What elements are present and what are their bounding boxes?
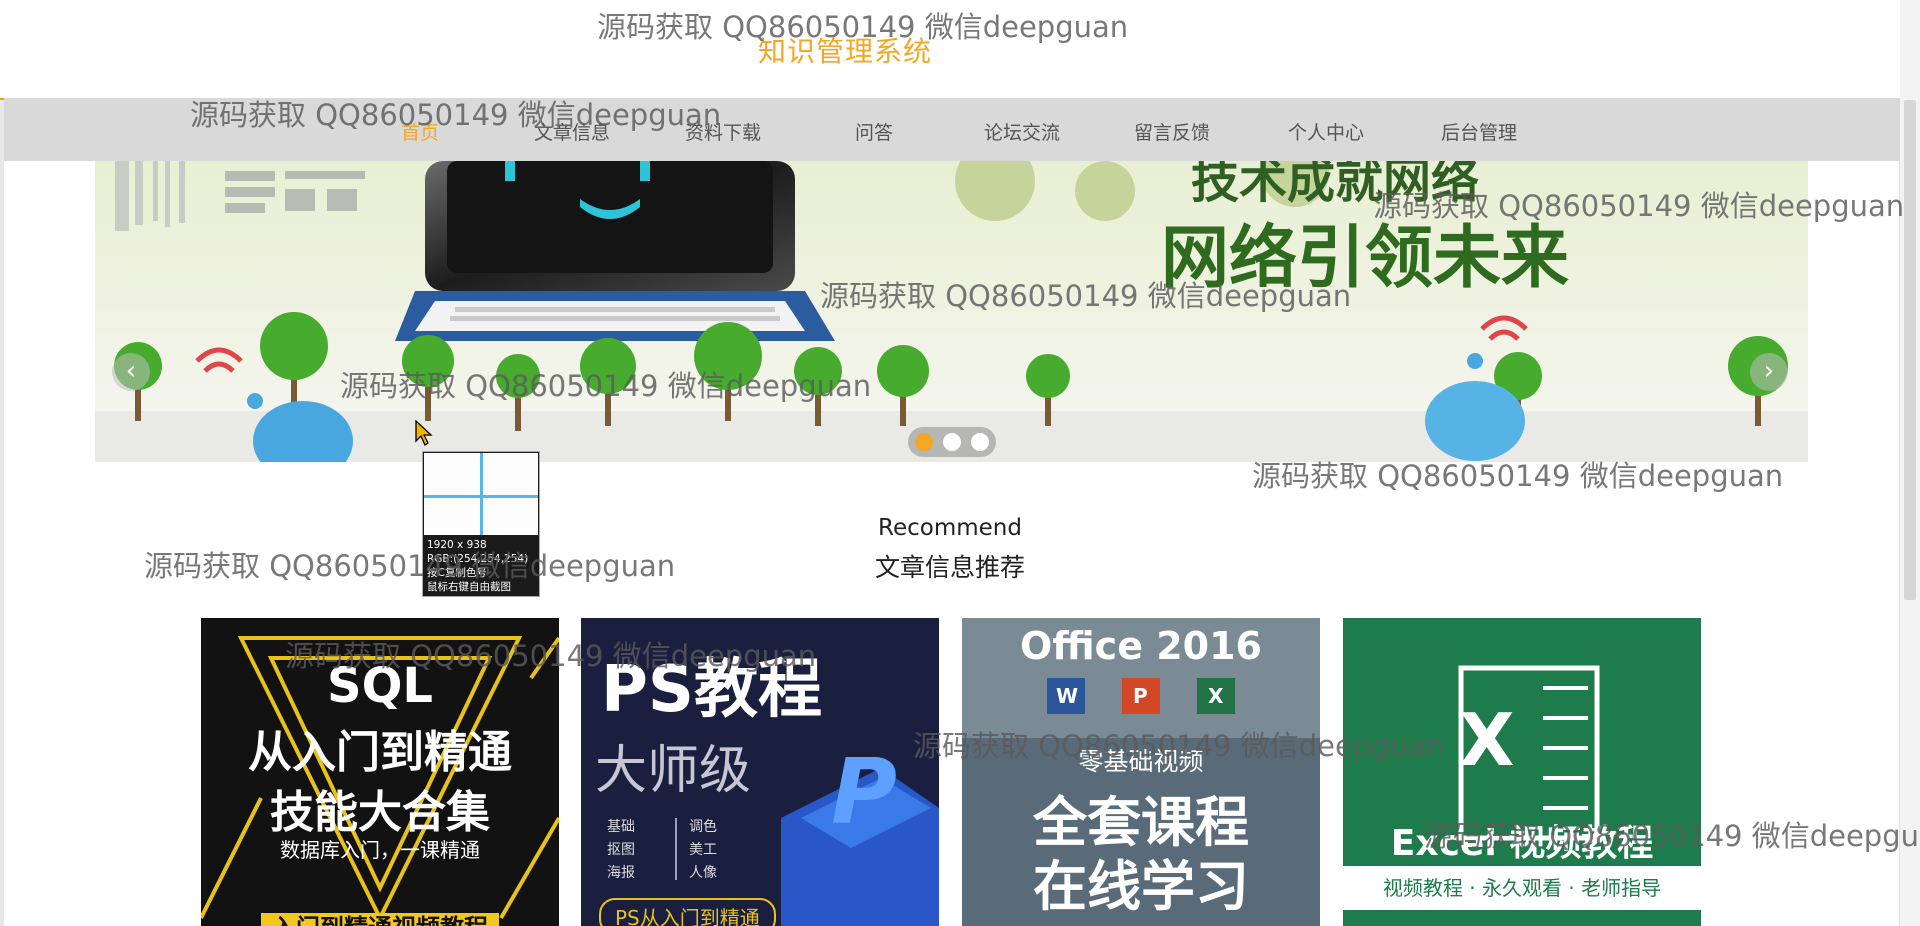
ps-tag: 调色 [689, 819, 717, 835]
excel-app-icon: X [1208, 684, 1224, 708]
excel-card-title: Excel 视频教程 [1390, 823, 1654, 864]
sql-card-line-2: 从入门到精通 [248, 727, 512, 778]
nav-item-articles[interactable]: 文章信息 [534, 118, 610, 145]
nav-item-downloads[interactable]: 资料下载 [685, 118, 761, 145]
ps-tag: 海报 [607, 865, 635, 881]
ps-tag: 美工 [689, 842, 717, 858]
ps-tag: 人像 [689, 865, 717, 881]
banner-headline-top: 技术成就网络 [1191, 161, 1479, 209]
ps-tag: 基础 [607, 819, 635, 835]
nav-item-qa[interactable]: 问答 [855, 118, 893, 145]
site-title: 知识管理系统 [758, 35, 933, 68]
banner-illustration: 技术成就网络 网络引领未来 [95, 161, 1808, 462]
ps-card-title: PS教程 [601, 653, 822, 727]
banner-next-arrow[interactable]: › [1750, 353, 1788, 391]
nav-item-admin[interactable]: 后台管理 [1441, 118, 1517, 145]
main-nav: 首页 文章信息 资料下载 问答 论坛交流 留言反馈 个人中心 后台管理 [4, 98, 1900, 161]
ps-tag: 抠图 [607, 842, 635, 858]
mouse-cursor-icon [415, 420, 433, 446]
banner-dot-1[interactable] [915, 433, 933, 451]
excel-x-icon: X [1459, 698, 1515, 782]
scrollbar-thumb[interactable] [1904, 100, 1916, 600]
ps-card-tags: 基础 调色 抠图 美工 海报 人像 [607, 816, 747, 885]
excel-card-sub: 视频教程 · 永久观看 · 老师指导 [1382, 876, 1662, 900]
nav-item-feedback[interactable]: 留言反馈 [1134, 118, 1210, 145]
nav-item-forum[interactable]: 论坛交流 [984, 118, 1060, 145]
sql-card-bottom: 入门到精通视频教程 [201, 908, 559, 926]
ps-card-bottom: PS从入门到精通 [599, 898, 776, 926]
nav-item-profile[interactable]: 个人中心 [1288, 118, 1364, 145]
sql-card-sub: 数据库入门，一课精通 [280, 838, 480, 862]
ps-card-sub: 大师级 [595, 741, 752, 801]
banner-dot-2[interactable] [943, 433, 961, 451]
sql-card-line-3: 技能大合集 [270, 787, 490, 838]
article-card-excel[interactable]: X Excel 视频教程 视频教程 · 永久观看 · 老师指导 [1343, 618, 1701, 926]
banner-headline: 网络引领未来 [1161, 219, 1569, 298]
section-title: 文章信息推荐 [874, 553, 1025, 582]
office-card-line-2: 在线学习 [1033, 855, 1249, 918]
article-card-sql[interactable]: SQL 从入门到精通 技能大合集 数据库入门，一课精通 入门到精通视频教程 [201, 618, 559, 926]
banner-pagination [908, 427, 996, 457]
article-card-office[interactable]: Office 2016 W P X 零基础视频 全套课程 在线学习 [962, 618, 1320, 926]
banner-prev-arrow[interactable]: ‹ [112, 353, 150, 391]
powerpoint-icon: P [1133, 684, 1148, 708]
office-card-title: Office 2016 [1020, 624, 1262, 668]
article-card-ps[interactable]: P PS教程 大师级 基础 调色 抠图 美工 海报 人像 PS从入门到精通 [581, 618, 939, 926]
sql-card-line-1: SQL [327, 658, 433, 714]
word-icon: W [1056, 684, 1079, 708]
banner-carousel[interactable]: 技术成就网络 网络引领未来 ‹ › [95, 161, 1808, 462]
nav-item-home[interactable]: 首页 [401, 118, 439, 145]
section-subtitle: Recommend [878, 515, 1022, 541]
office-card-sub: 零基础视频 [1078, 747, 1204, 776]
site-header: 知识管理系统 [0, 0, 1900, 100]
banner-dot-3[interactable] [971, 433, 989, 451]
svg-text:P: P [831, 740, 897, 845]
page-scrollbar[interactable] [1899, 0, 1920, 926]
